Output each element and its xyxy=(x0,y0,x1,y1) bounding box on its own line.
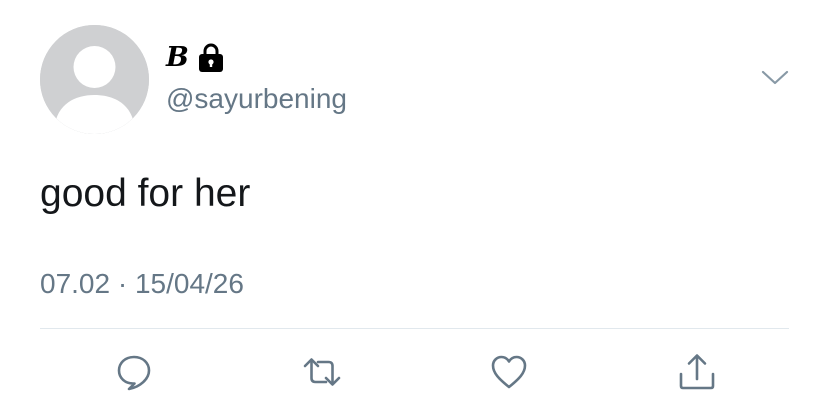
retweet-icon xyxy=(303,358,341,386)
share-button[interactable] xyxy=(677,352,717,392)
tweet-timestamp[interactable]: 07.02 · 15/04/26 xyxy=(40,266,244,302)
share-icon xyxy=(679,354,715,390)
divider xyxy=(40,328,789,329)
retweet-button[interactable] xyxy=(302,352,342,392)
reply-button[interactable] xyxy=(114,352,154,392)
chevron-down-icon[interactable] xyxy=(760,66,790,90)
user-handle[interactable]: @sayurbening xyxy=(166,82,347,116)
heart-icon xyxy=(491,355,527,389)
reply-icon xyxy=(117,355,151,391)
avatar[interactable] xyxy=(40,25,149,134)
lock-icon xyxy=(197,43,225,73)
like-button[interactable] xyxy=(489,352,529,392)
default-avatar-icon xyxy=(40,25,149,134)
display-name-row: B xyxy=(166,40,225,76)
display-name[interactable]: B xyxy=(166,42,189,74)
tweet-text: good for her xyxy=(40,172,251,215)
